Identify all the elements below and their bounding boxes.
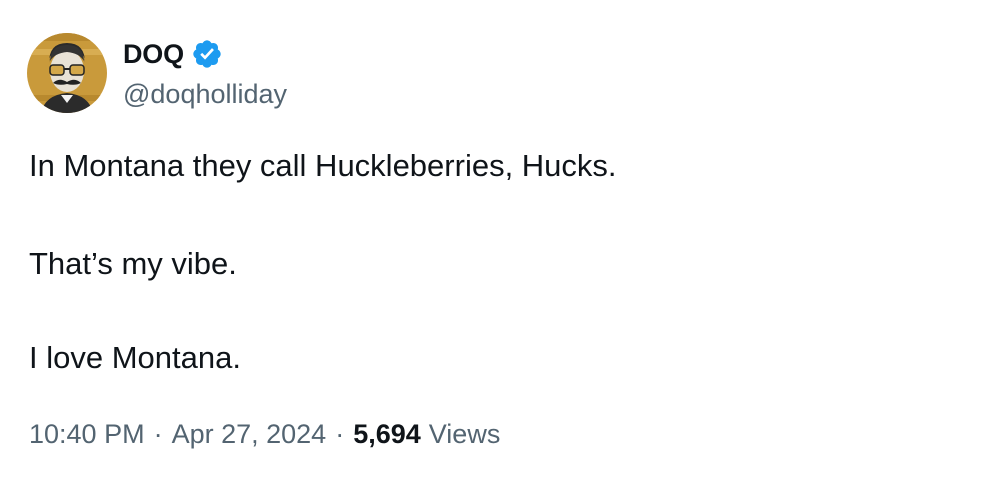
verified-badge-icon: [191, 38, 223, 70]
avatar-image: [27, 33, 107, 113]
tweet-text-line-1: In Montana they call Huckleberries, Huck…: [29, 148, 617, 183]
views-label: Views: [428, 419, 501, 449]
tweet-meta: 10:40 PM · Apr 27, 2024 · 5,694 Views: [29, 417, 500, 451]
views-count: 5,694: [353, 419, 421, 449]
author-name-row[interactable]: DOQ: [123, 38, 223, 70]
author-display-name[interactable]: DOQ: [123, 38, 184, 70]
profile-avatar[interactable]: [27, 33, 107, 113]
tweet-timestamp-time[interactable]: 10:40 PM: [29, 417, 145, 451]
author-handle[interactable]: @doqholliday: [123, 77, 287, 111]
tweet-text-line-2: That’s my vibe.: [29, 246, 237, 281]
tweet-text-line-3: I love Montana.: [29, 340, 241, 375]
meta-separator: ·: [335, 419, 345, 449]
tweet-timestamp-date[interactable]: Apr 27, 2024: [172, 417, 327, 451]
tweet-card: DOQ @doqholliday In Montana they call Hu…: [0, 0, 992, 482]
meta-separator: ·: [153, 419, 163, 449]
